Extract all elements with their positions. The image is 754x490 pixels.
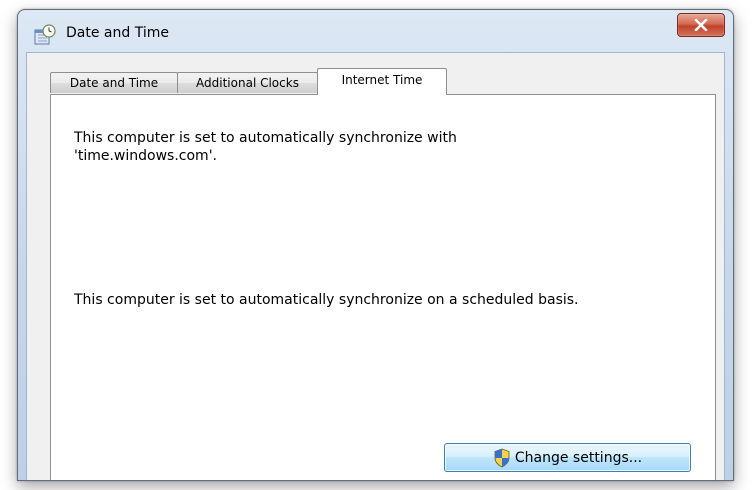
close-button[interactable]: [677, 13, 725, 37]
dialog-client-area: Date and Time Additional Clocks Internet…: [26, 52, 725, 480]
close-icon: [694, 19, 708, 31]
change-settings-label: Change settings...: [514, 449, 643, 466]
change-settings-button[interactable]: Change settings...: [444, 443, 691, 472]
sync-schedule-text: This computer is set to automatically sy…: [74, 292, 579, 308]
title-bar[interactable]: Date and Time: [18, 10, 733, 52]
date-time-dialog: Date and Time Date and Time Additional C…: [17, 9, 734, 481]
uac-shield-icon: [493, 448, 511, 468]
sync-server-text: This computer is set to automatically sy…: [74, 130, 457, 164]
window-title: Date and Time: [66, 25, 169, 41]
tab-date-and-time[interactable]: Date and Time: [50, 72, 178, 93]
internet-time-panel: This computer is set to automatically sy…: [50, 94, 716, 480]
tab-additional-clocks[interactable]: Additional Clocks: [177, 72, 318, 93]
tab-internet-time[interactable]: Internet Time: [317, 68, 447, 95]
date-time-icon: [34, 24, 56, 46]
